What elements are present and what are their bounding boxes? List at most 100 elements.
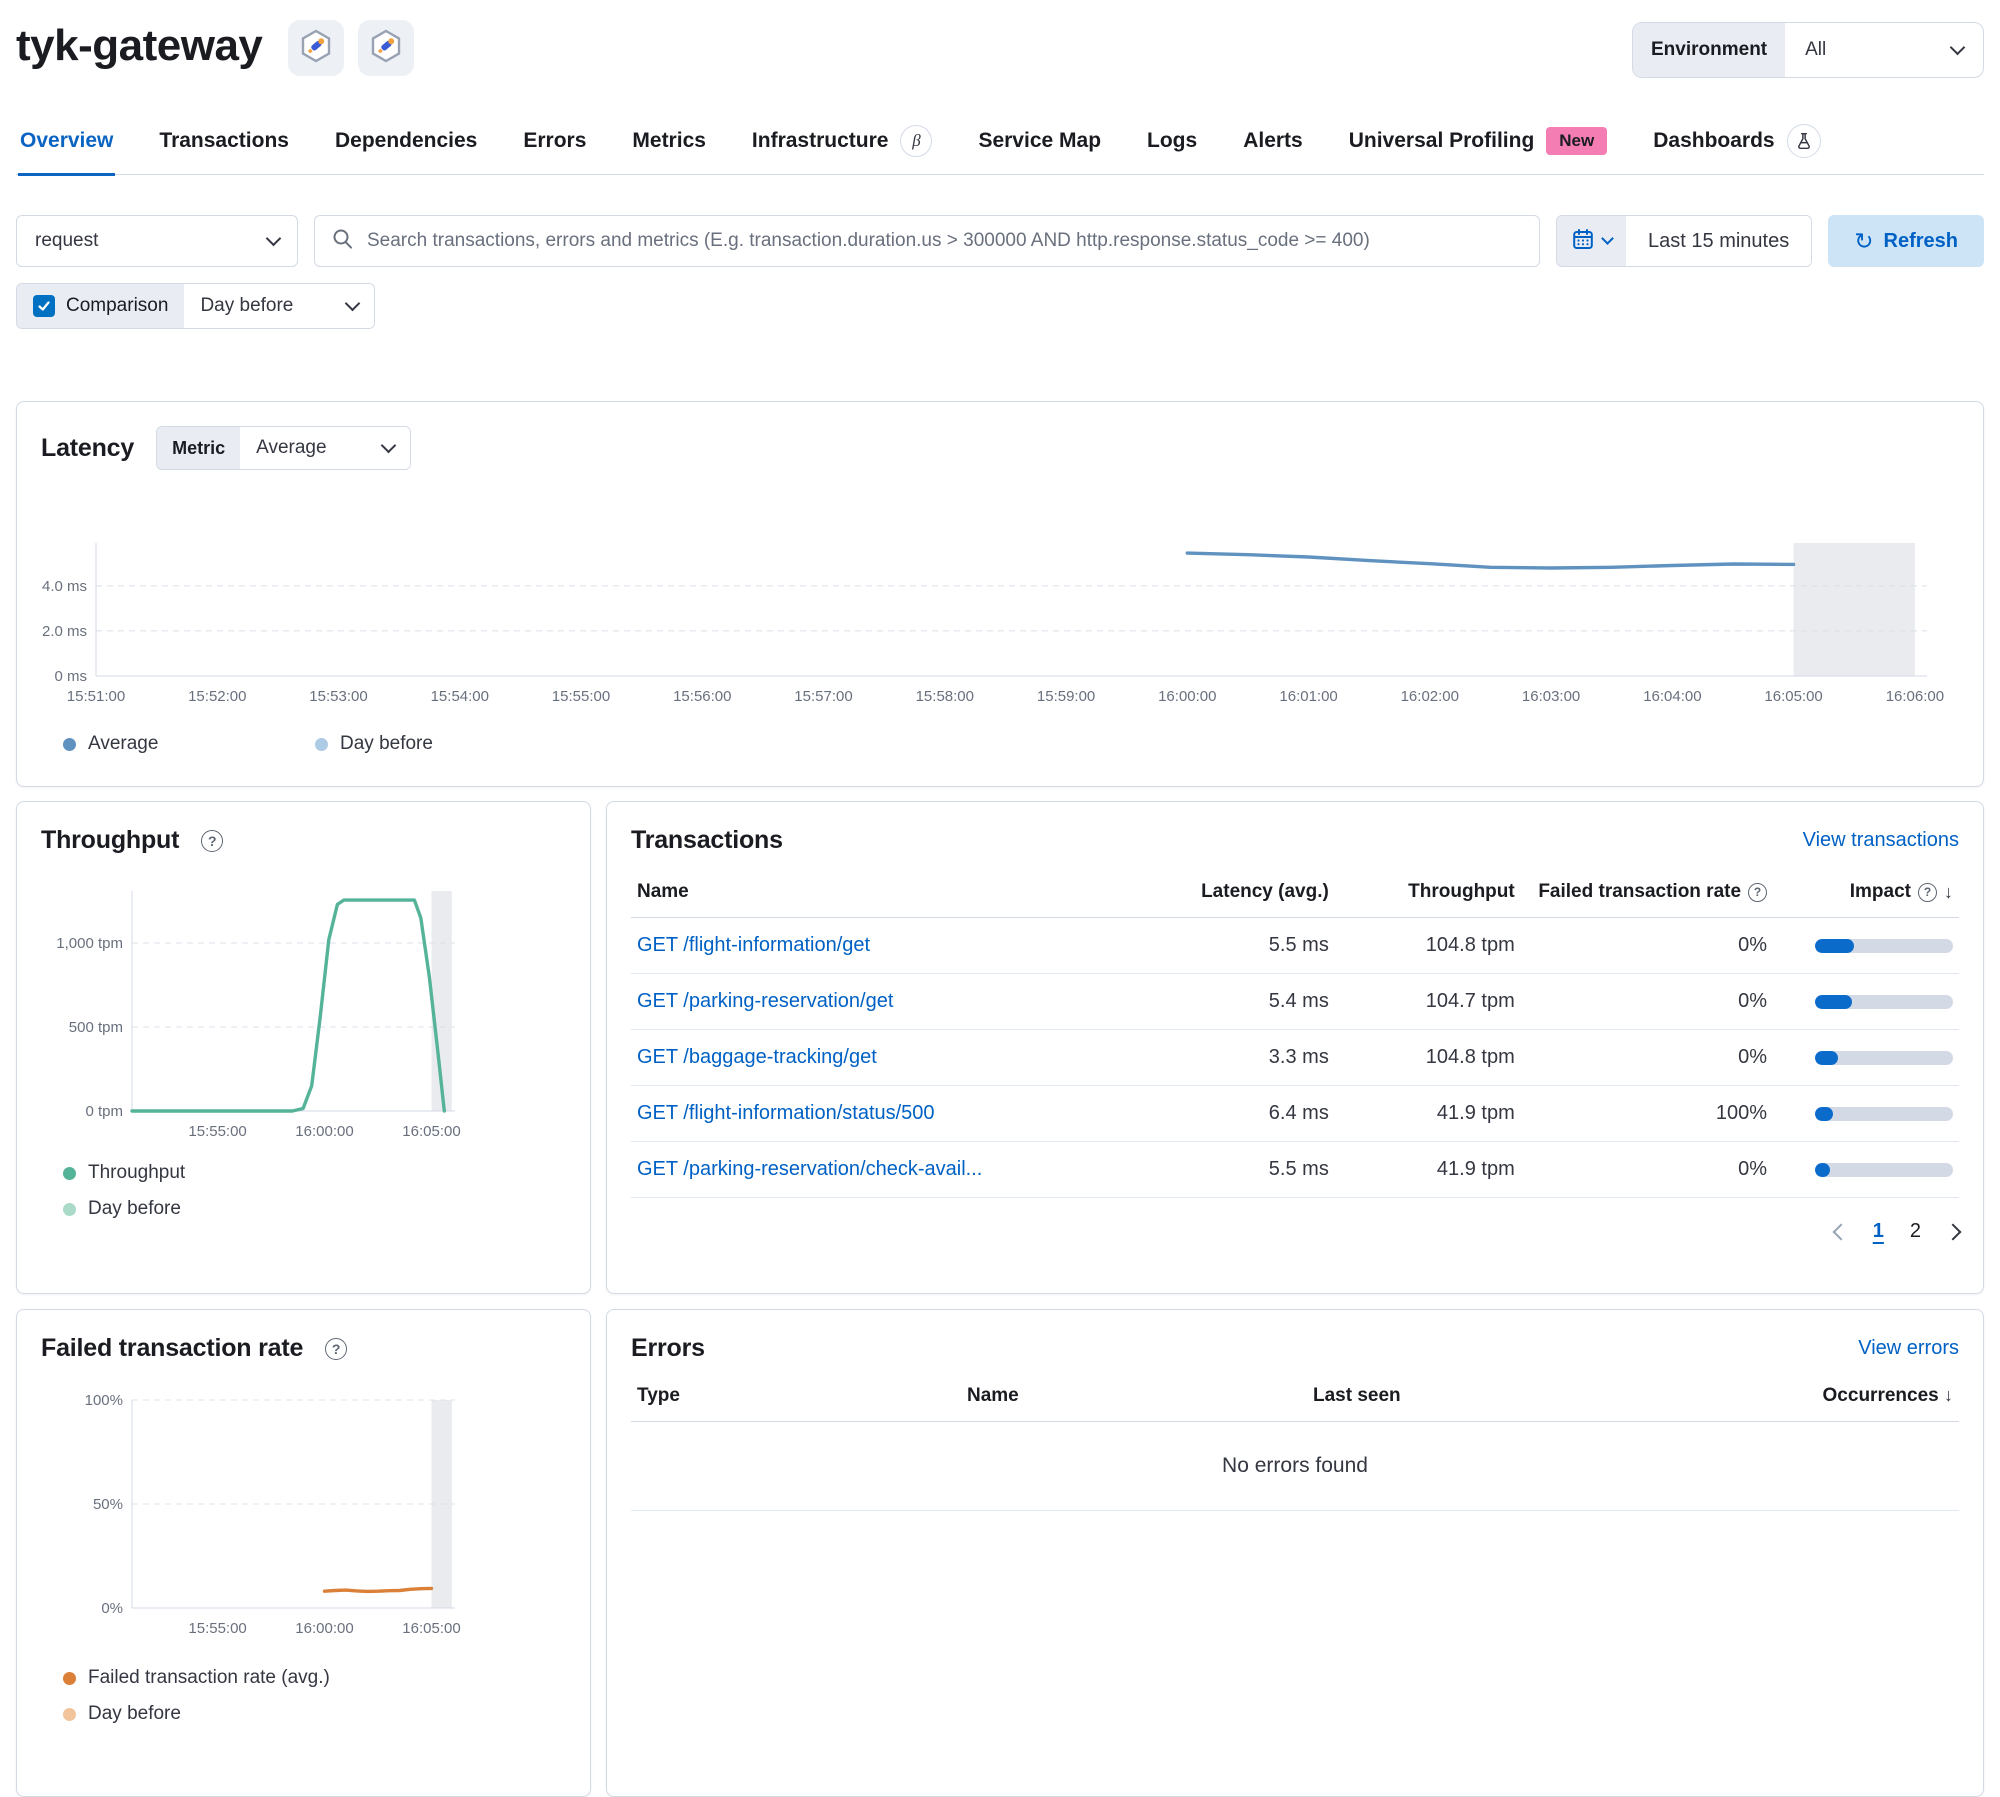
column-header-ftr[interactable]: Failed transaction rate? — [1520, 865, 1774, 918]
series-dot — [63, 1671, 76, 1685]
throughput-chart[interactable]: 0 tpm 500 tpm 1,000 tpm 15:55:00 16:00:00 16:… — [41, 865, 566, 1140]
legend-item-throughput[interactable]: Throughput — [63, 1162, 566, 1184]
ftr-chart[interactable]: 0% 50% 100% 15:55:00 16:00:00 16:05:00 — [41, 1373, 566, 1653]
view-transactions-link[interactable]: View transactions — [1803, 829, 1959, 852]
comparison-label: Comparison — [66, 295, 169, 316]
throughput-title: Throughput — [41, 826, 180, 854]
comparison-select[interactable]: Day before — [184, 284, 375, 328]
column-header-last-seen[interactable]: Last seen — [1313, 1385, 1743, 1407]
transactions-table: Name Latency (avg.) Throughput Failed tr… — [631, 865, 1959, 1198]
help-icon[interactable]: ? — [325, 1337, 348, 1360]
latency-chart[interactable]: 0 ms 2.0 ms 4.0 ms 15:51:00 15:52:00 15:53:00… — [41, 484, 1959, 719]
chevron-down-icon — [1601, 232, 1614, 245]
legend-label: Failed transaction rate (avg.) — [88, 1667, 330, 1688]
table-row: GET /flight-information/get 5.5 ms 104.8… — [631, 917, 1959, 974]
calendar-segment[interactable] — [1557, 216, 1627, 266]
tab-overview[interactable]: Overview — [18, 114, 116, 176]
sort-desc-icon: ↓ — [1944, 881, 1953, 902]
refresh-icon: ↻ — [1854, 227, 1874, 254]
help-icon[interactable]: ? — [1918, 882, 1937, 902]
column-header-name[interactable]: Name — [967, 1385, 1313, 1407]
environment-select[interactable]: Environment All — [1632, 22, 1984, 78]
svg-text:15:57:00: 15:57:00 — [794, 688, 852, 705]
agent-icon-button-1[interactable] — [288, 20, 345, 76]
agent-icon-button-2[interactable] — [358, 20, 415, 76]
latency-value: 6.4 ms — [1135, 1085, 1335, 1142]
column-header-occurrences[interactable]: Occurrences ↓ — [1743, 1385, 1953, 1407]
legend-item-average[interactable]: Average — [63, 733, 315, 755]
series-dot — [63, 1166, 76, 1180]
view-errors-link[interactable]: View errors — [1858, 1337, 1959, 1360]
page-1-button[interactable]: 1 — [1873, 1220, 1884, 1243]
comparison-row: Comparison Day before — [16, 283, 1984, 329]
series-dot — [315, 737, 328, 751]
column-header-throughput[interactable]: Throughput — [1334, 865, 1521, 918]
transaction-link[interactable]: GET /baggage-tracking/get — [637, 1046, 877, 1068]
throughput-legend: Throughput Day before — [41, 1162, 566, 1220]
latency-panel: Latency Metric Average 0 ms 2.0 ms 4.0 ms 1… — [16, 401, 1984, 787]
ftr-value: 0% — [1520, 1141, 1774, 1198]
svg-text:16:05:00: 16:05:00 — [402, 1620, 460, 1637]
svg-text:16:06:00: 16:06:00 — [1886, 688, 1944, 705]
next-page-icon[interactable] — [1944, 1223, 1962, 1240]
comparison-toggle[interactable]: Comparison — [17, 284, 185, 328]
throughput-value: 41.9 tpm — [1334, 1141, 1521, 1198]
hexagon-agent-icon — [298, 28, 334, 69]
time-range-value[interactable]: Last 15 minutes — [1626, 216, 1812, 266]
impact-bar — [1815, 1162, 1953, 1177]
svg-text:100%: 100% — [85, 1392, 123, 1409]
impact-bar — [1815, 938, 1953, 953]
tab-infrastructure[interactable]: Infrastructure β — [750, 114, 935, 174]
column-header-type[interactable]: Type — [637, 1385, 967, 1407]
transaction-link[interactable]: GET /parking-reservation/check-avail... — [637, 1158, 982, 1180]
svg-text:15:58:00: 15:58:00 — [916, 688, 974, 705]
transaction-link[interactable]: GET /parking-reservation/get — [637, 990, 893, 1012]
chevron-down-icon — [345, 295, 361, 312]
latency-value: 5.5 ms — [1135, 1141, 1335, 1198]
date-picker[interactable]: Last 15 minutes — [1556, 215, 1813, 267]
legend-item-ftr[interactable]: Failed transaction rate (avg.) — [63, 1667, 566, 1689]
tab-alerts[interactable]: Alerts — [1241, 114, 1305, 174]
svg-text:16:00:00: 16:00:00 — [295, 1620, 353, 1637]
column-header-impact[interactable]: Impact? ↓ — [1773, 865, 1959, 918]
legend-item-day-before[interactable]: Day before — [63, 1198, 566, 1220]
impact-bar — [1815, 1050, 1953, 1065]
page-2-button[interactable]: 2 — [1910, 1220, 1921, 1243]
tab-dependencies[interactable]: Dependencies — [333, 114, 479, 174]
help-icon[interactable]: ? — [1748, 882, 1768, 902]
transactions-title: Transactions — [631, 826, 783, 854]
refresh-button[interactable]: ↻ Refresh — [1828, 215, 1984, 267]
svg-text:15:53:00: 15:53:00 — [309, 688, 367, 705]
tab-universal-profiling[interactable]: Universal Profiling New — [1347, 114, 1610, 174]
tab-transactions[interactable]: Transactions — [157, 114, 291, 174]
svg-text:2.0 ms: 2.0 ms — [42, 623, 87, 640]
apm-service-overview: tyk-gateway Environment All Overview Tra… — [0, 0, 2000, 1797]
svg-text:15:55:00: 15:55:00 — [188, 1620, 246, 1637]
throughput-value: 104.8 tpm — [1334, 917, 1521, 974]
tab-dashboards[interactable]: Dashboards — [1651, 114, 1822, 174]
comparison-checkbox[interactable] — [33, 295, 55, 317]
throughput-value: 41.9 tpm — [1334, 1085, 1521, 1142]
previous-page-icon[interactable] — [1832, 1223, 1850, 1240]
column-header-latency[interactable]: Latency (avg.) — [1135, 865, 1335, 918]
tab-service-map[interactable]: Service Map — [976, 114, 1103, 174]
legend-item-day-before[interactable]: Day before — [63, 1703, 566, 1725]
transactions-panel: Transactions View transactions Name Late… — [606, 801, 1984, 1294]
help-icon[interactable]: ? — [201, 829, 224, 852]
legend-item-day-before[interactable]: Day before — [315, 733, 567, 755]
transaction-link[interactable]: GET /flight-information/get — [637, 934, 870, 956]
tab-metrics[interactable]: Metrics — [630, 114, 708, 174]
search-input[interactable] — [367, 230, 1524, 252]
legend-label: Day before — [88, 1703, 181, 1724]
svg-text:15:54:00: 15:54:00 — [431, 688, 489, 705]
errors-panel: Errors View errors Type Name Last seen O… — [606, 1309, 1984, 1797]
tab-logs[interactable]: Logs — [1145, 114, 1199, 174]
transaction-type-select[interactable]: request — [16, 215, 298, 267]
transaction-link[interactable]: GET /flight-information/status/500 — [637, 1102, 935, 1124]
svg-text:0%: 0% — [101, 1600, 123, 1617]
column-header-name[interactable]: Name — [631, 865, 1136, 918]
svg-text:15:55:00: 15:55:00 — [552, 688, 610, 705]
tab-errors[interactable]: Errors — [521, 114, 588, 174]
svg-text:16:01:00: 16:01:00 — [1279, 688, 1337, 705]
latency-metric-select[interactable]: Metric Average — [156, 426, 411, 470]
